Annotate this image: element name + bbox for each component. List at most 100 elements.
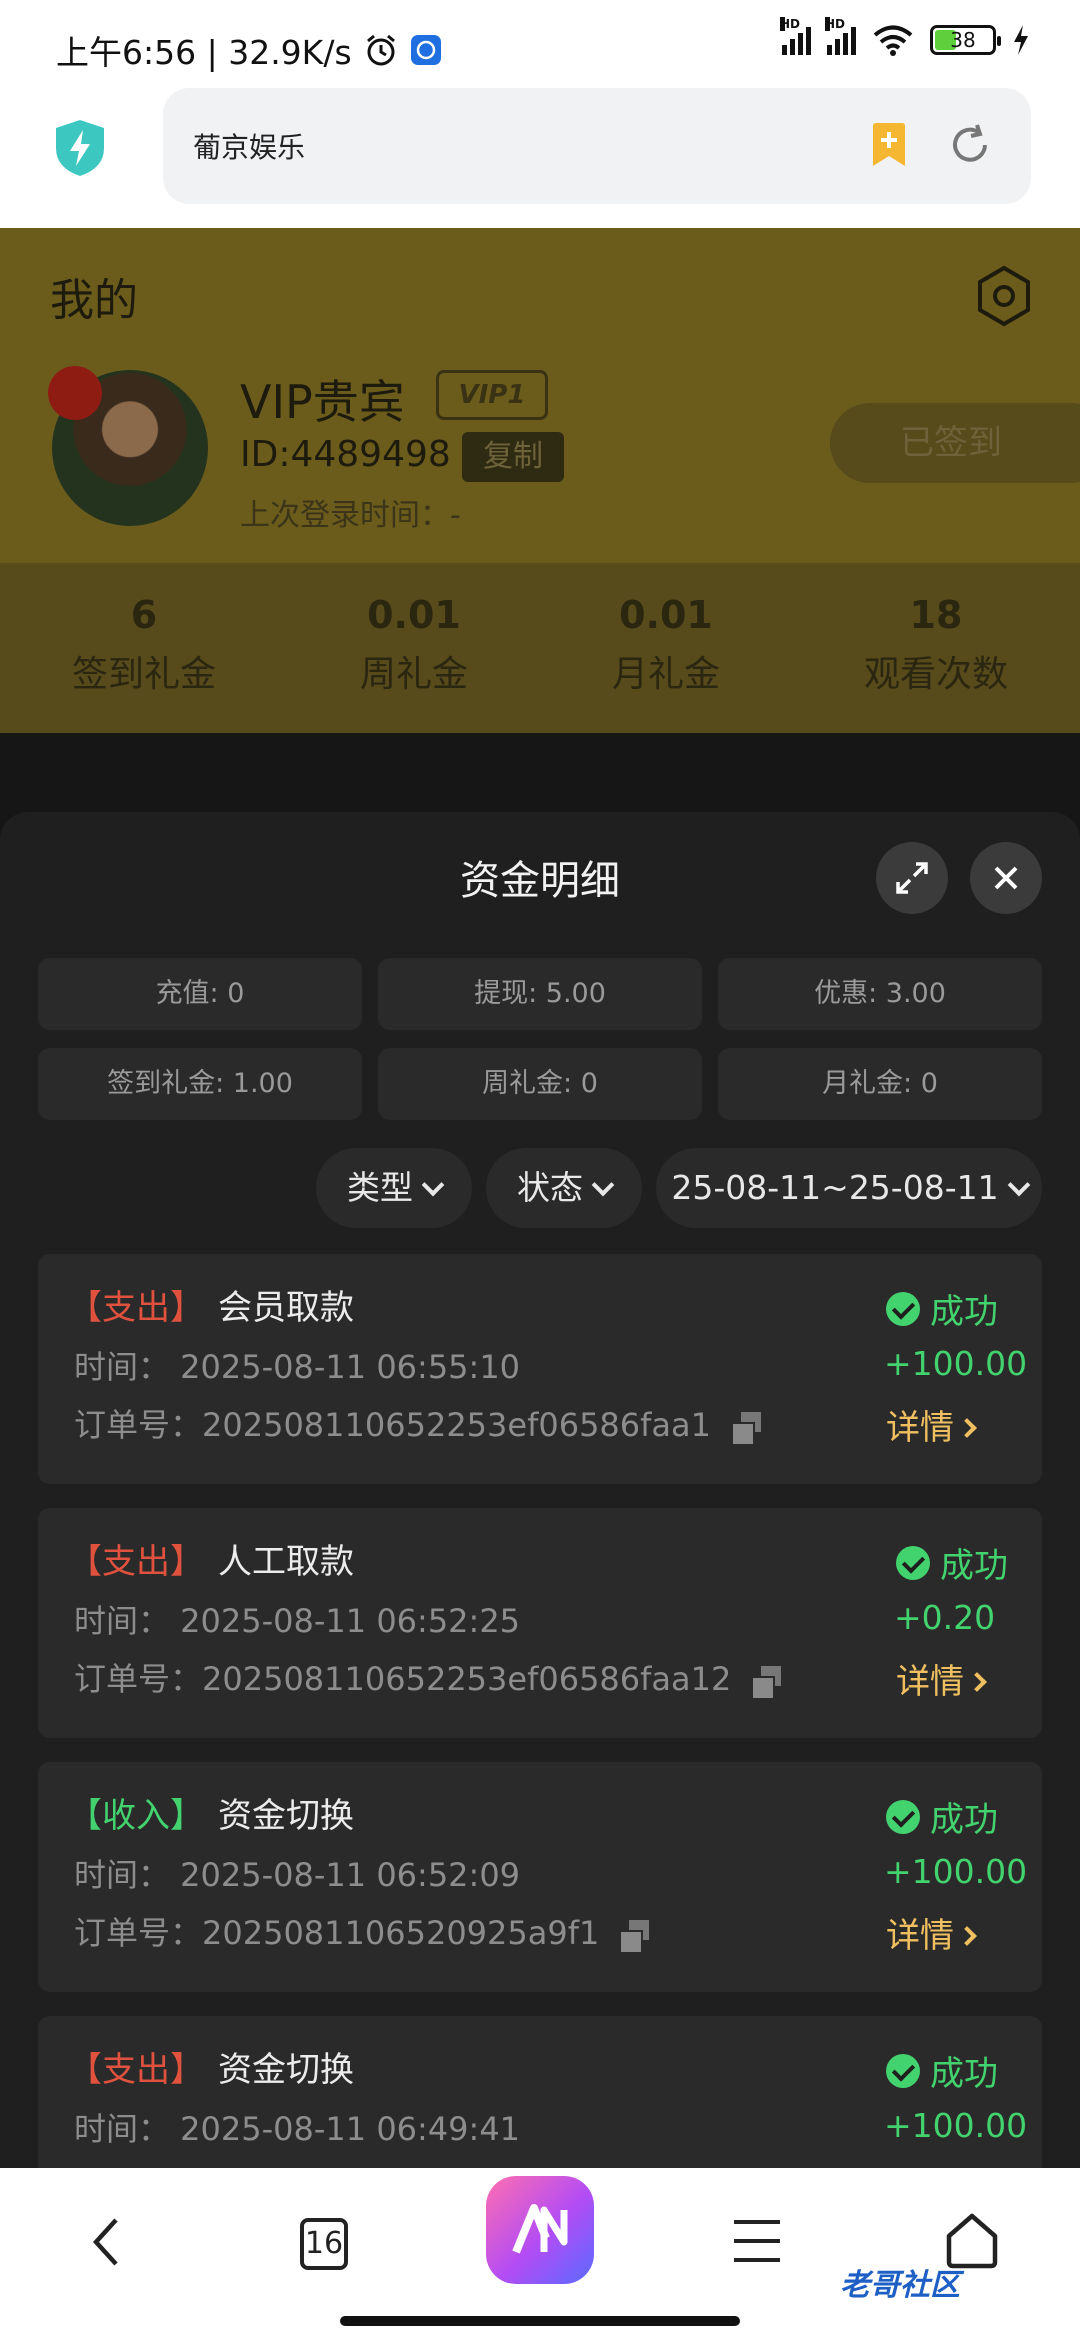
- stat-checkin-bonus[interactable]: 6 签到礼金: [44, 593, 244, 697]
- transaction-amount: +100.00: [884, 1852, 1028, 1891]
- transaction-time: 时间： 2025-08-11 06:52:09: [74, 1856, 521, 1894]
- status-text: 成功: [940, 1546, 1008, 1586]
- summary-checkin-bonus: 签到礼金: 1.00: [38, 1048, 362, 1120]
- stat-monthly-bonus[interactable]: 0.01 月礼金: [566, 593, 766, 697]
- stat-label: 签到礼金: [71, 654, 216, 695]
- menu-icon[interactable]: [734, 2220, 780, 2262]
- status-filter-dropdown[interactable]: 状态: [486, 1148, 642, 1228]
- app-notification-icon: [410, 35, 441, 65]
- transaction-status: 成功: [886, 1792, 998, 1841]
- address-bar-text: 葡京娱乐: [193, 131, 306, 164]
- transaction-amount: +100.00: [884, 2106, 1028, 2145]
- transaction-card[interactable]: 【支出】 会员取款 时间： 2025-08-11 06:55:10 订单号：20…: [38, 1254, 1042, 1484]
- transaction-status: 成功: [886, 1284, 998, 1333]
- stat-label: 观看次数: [863, 654, 1008, 695]
- shield-bolt-icon[interactable]: [52, 118, 108, 178]
- check-circle-icon: [886, 1799, 920, 1834]
- chevron-right-icon: [957, 1418, 977, 1438]
- details-link[interactable]: 详情: [896, 1654, 987, 1703]
- back-icon[interactable]: [90, 2216, 120, 2268]
- check-circle-icon: [886, 1291, 920, 1326]
- user-name: VIP贵宾: [240, 375, 405, 429]
- transaction-title: 人工取款: [218, 1542, 354, 1582]
- summary-monthly-bonus: 月礼金: 0: [718, 1048, 1042, 1120]
- status-bar: 上午6:56 | 32.9K/s HD HD 38: [0, 0, 1080, 88]
- summary-recharge: 充值: 0: [38, 958, 362, 1030]
- browser-bottom-nav: 16 老哥社区: [0, 2168, 1080, 2340]
- page: 上午6:56 | 32.9K/s HD HD 38 葡京娱乐 我的 VIP贵宾 …: [0, 0, 1080, 2340]
- home-indicator[interactable]: [340, 2316, 740, 2326]
- chevron-down-icon: [421, 1173, 445, 1197]
- transaction-amount: +0.20: [894, 1598, 996, 1637]
- details-link[interactable]: 详情: [886, 1908, 977, 1957]
- battery-level: 38: [950, 28, 976, 52]
- status-text: 成功: [930, 2054, 998, 2094]
- profile-section-title: 我的: [50, 275, 138, 326]
- transaction-type: 【支出】: [68, 2050, 204, 2090]
- signed-in-button[interactable]: 已签到: [830, 403, 1080, 483]
- chevron-right-icon: [967, 1672, 987, 1692]
- transaction-card[interactable]: 【支出】 人工取款 时间： 2025-08-11 06:52:25 订单号：20…: [38, 1508, 1042, 1738]
- user-id: ID:4489498: [240, 434, 451, 475]
- chevron-right-icon: [957, 1926, 977, 1946]
- order-number: 订单号：2025081106520925a9f1: [74, 1914, 600, 1952]
- copy-icon[interactable]: [731, 1412, 761, 1446]
- transaction-order: 订单号：202508110652253ef06586faa1: [74, 1400, 761, 1446]
- address-bar[interactable]: 葡京娱乐: [163, 88, 1031, 204]
- date-range-dropdown[interactable]: 25-08-11~25-08-11: [656, 1148, 1042, 1228]
- transaction-card[interactable]: 【收入】 资金切换 时间： 2025-08-11 06:52:09 订单号：20…: [38, 1762, 1042, 1992]
- wifi-icon: [873, 25, 913, 56]
- copy-id-button[interactable]: 复制: [462, 432, 564, 482]
- add-bookmark-icon[interactable]: [869, 122, 909, 168]
- stat-label: 月礼金: [611, 654, 720, 695]
- details-label: 详情: [886, 1916, 954, 1956]
- transaction-status: 成功: [886, 2046, 998, 2095]
- details-label: 详情: [896, 1662, 964, 1702]
- summary-weekly-bonus: 周礼金: 0: [378, 1048, 702, 1120]
- flag-icon: [48, 366, 102, 420]
- battery-icon: 38: [930, 25, 1001, 55]
- transaction-order: 订单号：202508110652253ef06586faa12: [74, 1654, 782, 1700]
- transaction-time: 时间： 2025-08-11 06:49:41: [74, 2110, 521, 2148]
- details-label: 详情: [886, 1408, 954, 1448]
- status-text: 成功: [930, 1800, 998, 1840]
- stat-value: 6: [130, 593, 158, 637]
- transaction-time: 时间： 2025-08-11 06:55:10: [74, 1348, 521, 1386]
- alarm-icon: [366, 34, 395, 66]
- status-time-speed: 上午6:56 | 32.9K/s: [56, 33, 352, 72]
- copy-icon[interactable]: [619, 1920, 650, 1954]
- transaction-type: 【收入】: [68, 1796, 204, 1836]
- expand-button[interactable]: [876, 842, 948, 914]
- reload-icon[interactable]: [947, 122, 993, 168]
- transaction-time: 时间： 2025-08-11 06:52:25: [74, 1602, 521, 1640]
- order-number: 订单号：202508110652253ef06586faa12: [74, 1660, 732, 1698]
- stat-weekly-bonus[interactable]: 0.01 周礼金: [314, 593, 514, 697]
- fund-details-sheet: 资金明细 充值: 0 提现: 5.00 优惠: 3.00 签到礼金: 1.00 …: [0, 812, 1080, 2168]
- ai-logo-icon: [512, 2204, 568, 2254]
- profile-header: 我的 VIP贵宾 VIP1 ID:4489498 复制 上次登录时间：- 已签到: [0, 228, 1080, 563]
- transaction-type: 【支出】: [68, 1288, 204, 1328]
- settings-icon[interactable]: [972, 264, 1036, 328]
- close-button[interactable]: [970, 842, 1042, 914]
- last-login-time: 上次登录时间：-: [240, 498, 461, 533]
- order-number: 订单号：202508110652253ef06586faa1: [74, 1406, 711, 1444]
- status-text: 成功: [930, 1292, 998, 1332]
- close-icon: [994, 866, 1018, 890]
- details-link[interactable]: 详情: [886, 1400, 977, 1449]
- stat-value: 0.01: [619, 593, 713, 637]
- type-filter-dropdown[interactable]: 类型: [316, 1148, 472, 1228]
- copy-icon[interactable]: [751, 1666, 782, 1700]
- transaction-card[interactable]: 【支出】 资金切换 时间： 2025-08-11 06:49:41 成功 +10…: [38, 2016, 1042, 2168]
- status-filter-label: 状态: [517, 1168, 583, 1207]
- stat-value: 0.01: [367, 593, 461, 637]
- stat-view-count[interactable]: 18 观看次数: [836, 593, 1036, 697]
- browser-bar: 葡京娱乐: [0, 88, 1080, 228]
- tabs-button[interactable]: 16: [300, 2218, 348, 2270]
- transaction-type: 【支出】: [68, 1542, 204, 1582]
- transaction-status: 成功: [896, 1538, 1008, 1587]
- watermark-text: 老哥社区: [840, 2268, 960, 2303]
- summary-promotion: 优惠: 3.00: [718, 958, 1042, 1030]
- transaction-title: 会员取款: [218, 1288, 354, 1328]
- charging-icon: [1014, 25, 1028, 55]
- ai-assistant-button[interactable]: [486, 2176, 594, 2284]
